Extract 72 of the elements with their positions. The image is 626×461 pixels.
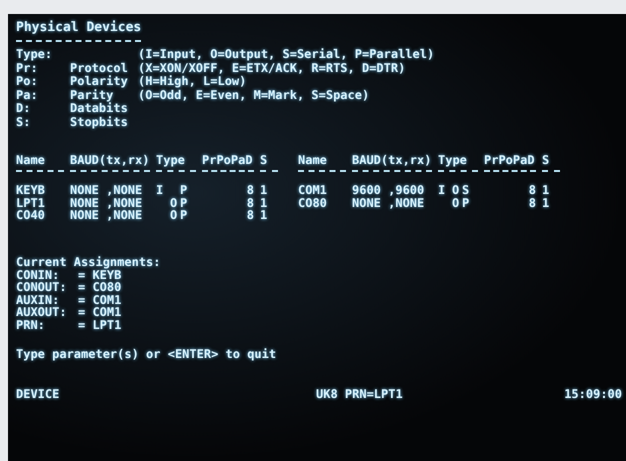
column-header: S xyxy=(542,153,560,172)
column-header: BAUD(tx,rx) xyxy=(70,153,150,172)
legend-meaning: (I=Input, O=Output, S=Serial, P=Parallel) xyxy=(138,48,434,62)
device-label: CONOUT: xyxy=(16,281,68,294)
column-header: Name xyxy=(298,153,346,172)
legend-meaning: (H=High, L=Low) xyxy=(138,75,246,88)
table-cell: P xyxy=(180,196,188,209)
legend-key: D: xyxy=(16,102,70,116)
device-label: PRN: xyxy=(16,318,46,331)
device-label: AUXOUT: xyxy=(16,306,68,318)
legend-meaning: (O=Odd, E=Even, M=Mark, S=Space) xyxy=(138,88,370,102)
legend-key: S: xyxy=(16,116,70,129)
device-value: = CO80 xyxy=(78,281,122,294)
status-center: UK8 PRN=LPT1 xyxy=(316,386,404,403)
device-label: CONIN: xyxy=(16,268,60,281)
section-heading: Current Assignments: xyxy=(16,256,162,268)
table-cell: I xyxy=(156,183,164,197)
legend-key: Pa: xyxy=(16,88,70,102)
device-value: = COM1 xyxy=(78,294,122,306)
table-cell: 1 xyxy=(260,208,268,222)
table-cell: P xyxy=(180,184,188,196)
device-value: = KEYB xyxy=(78,268,122,281)
table-cell: P xyxy=(180,209,188,222)
table-cell: 8 xyxy=(246,209,254,222)
legend-name: Parity xyxy=(70,88,114,102)
table-cell: NONE ,NONE xyxy=(352,196,424,210)
table-cell: I xyxy=(438,183,446,197)
table-cell: 8 xyxy=(246,184,254,196)
device-label: AUXIN: xyxy=(16,294,60,306)
table-cell: COM1 xyxy=(298,183,327,197)
table-cell: O xyxy=(170,208,178,222)
legend-name: Protocol xyxy=(70,60,128,74)
table-cell: 8 xyxy=(528,184,536,196)
column-header: PrPoPaD xyxy=(484,153,536,172)
prompt-text: Type parameter(s) or <ENTER> to quit xyxy=(16,347,276,361)
status-time: 15:09:00 xyxy=(564,386,622,403)
table-cell: 1 xyxy=(260,183,268,197)
table-cell: CO40 xyxy=(16,208,45,222)
column-header: Type xyxy=(156,153,196,172)
status-left: DEVICE xyxy=(16,386,60,403)
legend-name: Databits xyxy=(70,101,128,115)
table-cell: 1 xyxy=(542,183,550,197)
table-cell: 8 xyxy=(246,196,254,209)
column-header: PrPoPaD xyxy=(202,153,254,172)
table-cell: 1 xyxy=(260,196,268,210)
column-header: S xyxy=(260,153,278,172)
table-cell: LPT1 xyxy=(16,196,45,210)
table-cell: 8 xyxy=(528,196,536,209)
device-value: = COM1 xyxy=(78,306,122,318)
table-cell: O xyxy=(452,196,460,210)
legend-key: Pr: xyxy=(16,62,70,75)
table-cell: NONE ,NONE xyxy=(70,208,142,222)
table-cell: O xyxy=(452,183,460,197)
screen-title: Physical Devices xyxy=(16,20,142,42)
table-cell: O xyxy=(170,196,178,210)
table-cell: 9600 ,9600 xyxy=(352,183,424,197)
legend-key: Po: xyxy=(16,75,70,88)
legend-name: Polarity xyxy=(70,74,128,88)
table-cell: NONE ,NONE xyxy=(70,196,142,210)
legend-name: Stopbits xyxy=(70,114,128,128)
table-cell: 1 xyxy=(542,196,550,210)
table-cell: P xyxy=(462,196,470,209)
table-cell: S xyxy=(462,184,470,196)
device-value: = LPT1 xyxy=(78,318,122,331)
column-header: BAUD(tx,rx) xyxy=(352,153,432,172)
column-header: Type xyxy=(438,153,478,172)
legend-key: Type: xyxy=(16,48,70,62)
table-cell: CO80 xyxy=(298,196,327,210)
column-header: Name xyxy=(16,153,64,172)
table-cell: KEYB xyxy=(16,183,45,197)
legend-meaning: (X=XON/XOFF, E=ETX/ACK, R=RTS, D=DTR) xyxy=(138,62,406,75)
table-cell: NONE ,NONE xyxy=(70,183,142,197)
